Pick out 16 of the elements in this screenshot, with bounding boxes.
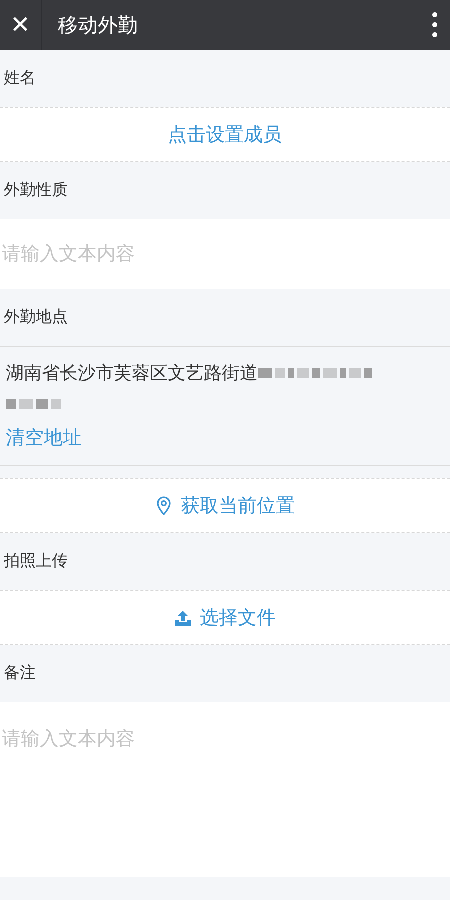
remarks-field[interactable]: 请输入文本内容	[0, 702, 450, 877]
field-label: 拍照上传	[4, 551, 68, 572]
field-label: 姓名	[4, 68, 36, 89]
field-label: 外勤性质	[4, 180, 68, 201]
more-menu-icon[interactable]	[430, 10, 440, 40]
clear-address-link[interactable]: 清空地址	[6, 425, 82, 451]
close-button[interactable]: ✕	[0, 0, 42, 50]
get-location-button[interactable]: 获取当前位置	[151, 490, 299, 520]
field-label: 备注	[4, 663, 36, 684]
choose-file-button[interactable]: 选择文件	[170, 602, 280, 632]
location-pin-icon	[155, 496, 173, 516]
input-field[interactable]: 请输入文本内容	[0, 219, 450, 289]
page-title: 移动外勤	[58, 12, 139, 38]
address-text: 湖南省长沙市芙蓉区文艺路街道	[6, 362, 258, 385]
field-label: 外勤地点	[4, 307, 68, 328]
set-members-button[interactable]: 点击设置成员	[164, 120, 286, 150]
